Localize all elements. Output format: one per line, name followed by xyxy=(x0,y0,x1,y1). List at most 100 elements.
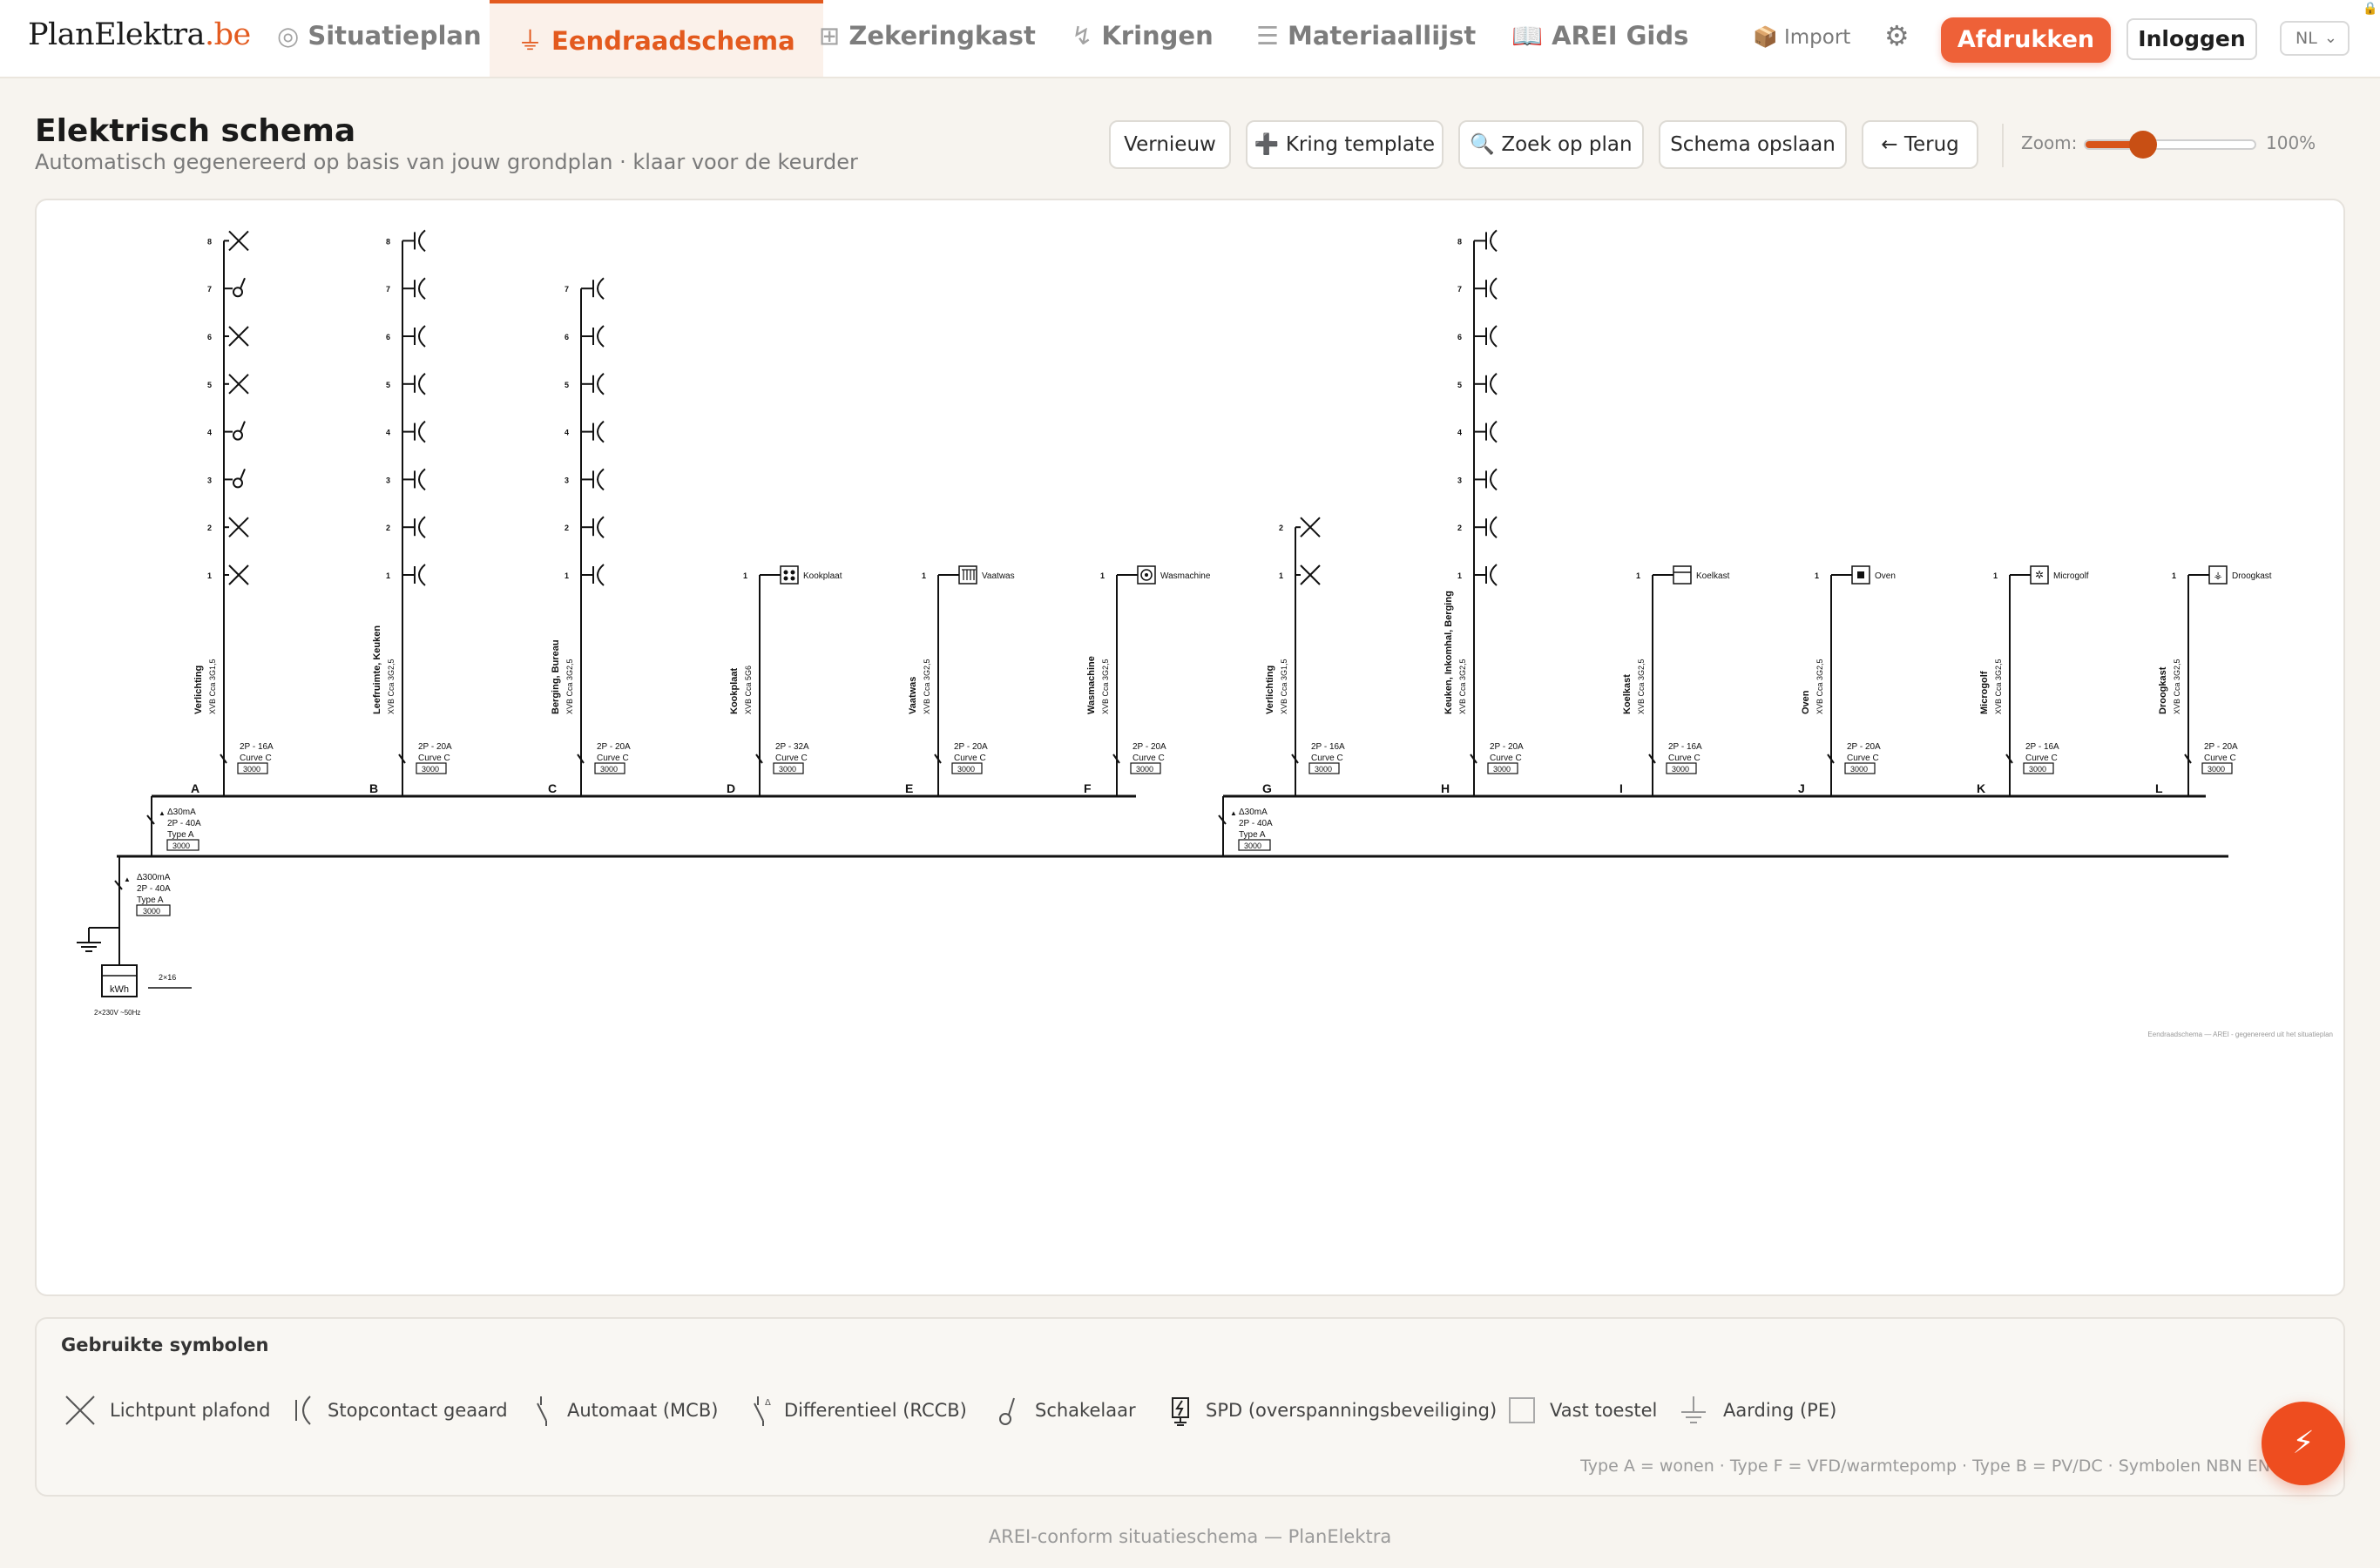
tab-materiaallijst[interactable]: ☰ Materiaallijst xyxy=(1256,0,1476,77)
circuit-cable: XVB Cca 3G2,5 xyxy=(923,659,931,714)
mcb-capacity: 3000 xyxy=(1672,765,1689,774)
mcb-rating: 2P - 32A xyxy=(775,742,809,752)
circuit-name: Berging, Bureau xyxy=(551,639,561,714)
point-number: 3 xyxy=(386,476,390,484)
switch-lever xyxy=(240,469,246,480)
point-number: 6 xyxy=(207,333,212,341)
legend-label: Automaat (MCB) xyxy=(567,1400,719,1421)
circuit-letter: B xyxy=(369,781,378,795)
tab-label: Eendraadschema xyxy=(551,26,795,56)
circuit-j: 2P - 20A Curve C 3000 J Oven XVB Cca 3G2,5 1 Ov… xyxy=(1798,565,1896,796)
mcb-rating: 2P - 16A xyxy=(1668,742,1702,752)
point-number: 2 xyxy=(1457,524,1462,532)
socket-icon xyxy=(1490,229,1498,253)
tab-eendraadschema[interactable]: ⏚ Eendraadschema xyxy=(490,0,823,77)
save-schema-button[interactable]: Schema opslaan xyxy=(1659,120,1847,169)
tab-arei-gids[interactable]: 📖 AREI Gids xyxy=(1511,0,1688,77)
point-number: 1 xyxy=(2172,571,2176,580)
circuit-letter: D xyxy=(727,781,735,795)
mcb-rating: 2P - 20A xyxy=(2204,742,2238,752)
mcb-capacity: 3000 xyxy=(243,765,260,774)
legend-label: Lichtpunt plafond xyxy=(110,1400,271,1421)
rccb-sensitivity: Δ300mA xyxy=(137,873,171,882)
schema-canvas[interactable]: ▲ Δ30mA 2P - 40A Type A 3000 ▲ Δ30mA 2P - 40A Ty… xyxy=(35,199,2345,1296)
circuit-letter: C xyxy=(548,781,557,795)
circuit-l: 2P - 20A Curve C 3000 L Droogkast XVB Cca 3G2… xyxy=(2155,565,2272,796)
socket-icon xyxy=(597,325,605,348)
circuit-letter: A xyxy=(191,781,199,795)
circuit-cable: XVB Cca 3G1,5 xyxy=(208,659,217,714)
zoom-label: Zoom: xyxy=(2021,132,2078,153)
circuit-letter: G xyxy=(1262,781,1272,795)
point-number: 3 xyxy=(565,476,569,484)
top-navbar: PlanElektra.be ◎ Situatieplan ⏚ Eendraadsc… xyxy=(0,0,2380,78)
rccb-arrow: ▲ xyxy=(124,875,131,883)
socket-icon xyxy=(1490,325,1498,348)
hob-plate xyxy=(783,576,788,581)
legend-label: SPD (overspanningsbeveiliging) xyxy=(1206,1400,1498,1421)
import-button[interactable]: 📦 Import xyxy=(1753,25,1850,49)
circuit-name: Wasmachine xyxy=(1086,656,1097,714)
circuit-letter: I xyxy=(1619,781,1623,795)
device-label: Oven xyxy=(1875,571,1896,581)
point-number: 8 xyxy=(1457,237,1462,246)
mcb-capacity: 3000 xyxy=(422,765,439,774)
print-button[interactable]: Afdrukken xyxy=(1941,17,2111,63)
circuit-c: 2P - 20A Curve C 3000 C Berging, Bureau XVB C… xyxy=(548,277,631,796)
device-icon xyxy=(1673,565,1692,585)
hob-plate xyxy=(790,576,795,581)
tab-situatieplan[interactable]: ◎ Situatieplan xyxy=(277,0,482,77)
language-value: NL xyxy=(2295,29,2317,48)
point-number: 5 xyxy=(386,381,390,389)
switch-lever xyxy=(240,421,246,432)
circuit-cable: XVB Cca 3G1,5 xyxy=(1280,659,1288,714)
socket-icon xyxy=(597,468,605,491)
circuit-template-button[interactable]: ➕ Kring template xyxy=(1246,120,1444,169)
back-button[interactable]: ← Terug xyxy=(1862,120,1978,169)
socket-icon xyxy=(295,1396,311,1425)
circuit-name: Verlichting xyxy=(193,666,204,714)
circuit-a: 2P - 16A Curve C 3000 A Verlichting XVB Cca 3… xyxy=(191,230,274,796)
mcb-capacity: 3000 xyxy=(2208,765,2225,774)
point-number: 2 xyxy=(386,524,390,532)
legend-label: Stopcontact geaard xyxy=(328,1400,508,1421)
point-number: 6 xyxy=(386,333,390,341)
rccb-rating: 2P - 40A xyxy=(137,884,171,894)
oven-window xyxy=(1857,571,1864,578)
legend-item-socket: Stopcontact geaard xyxy=(289,1392,508,1429)
login-button[interactable]: Inloggen xyxy=(2126,18,2257,60)
circuit-cable: XVB Cca 3G2,5 xyxy=(1994,659,2003,714)
dryer-glyph: ⚶ xyxy=(2214,571,2221,581)
socket-icon xyxy=(597,564,605,586)
language-select[interactable]: NL ⌄ xyxy=(2280,21,2350,56)
mcb-capacity: 3000 xyxy=(1850,765,1868,774)
settings-gear-icon[interactable]: ⚙ xyxy=(1884,19,1910,52)
zoom-slider-thumb[interactable] xyxy=(2129,131,2157,159)
socket-icon xyxy=(1490,373,1498,395)
point-number: 1 xyxy=(207,571,212,580)
brand-logo[interactable]: PlanElektra.be xyxy=(28,17,251,52)
socket-icon xyxy=(1490,468,1498,491)
legend-item-mcb: Automaat (MCB) xyxy=(529,1392,718,1429)
point-number: 4 xyxy=(386,429,390,437)
tab-kringen[interactable]: ↯ Kringen xyxy=(1072,0,1214,77)
refresh-button[interactable]: Vernieuw xyxy=(1109,120,1231,169)
mcb-capacity: 3000 xyxy=(1493,765,1511,774)
find-on-plan-button[interactable]: 🔍 Zoek op plan xyxy=(1458,120,1644,169)
point-number: 4 xyxy=(207,429,212,437)
tab-zekeringkast[interactable]: ⊞ Zekeringkast xyxy=(819,0,1036,77)
point-number: 7 xyxy=(207,285,212,294)
circuit-letter: H xyxy=(1441,781,1450,795)
circuit-name: Koelkast xyxy=(1622,674,1633,714)
circuit-name: Microgolf xyxy=(1979,671,1990,714)
mcb-curve: Curve C xyxy=(954,754,986,763)
quick-action-fab[interactable]: ⚡ xyxy=(2262,1402,2345,1485)
mcb-capacity: 3000 xyxy=(2029,765,2046,774)
rccb-arrow: ▲ xyxy=(159,809,166,817)
circuit-f: 2P - 20A Curve C 3000 F Wasmachine XVB Cca 3G… xyxy=(1084,565,1211,796)
zoom-slider[interactable] xyxy=(2084,139,2256,150)
mcb-rating: 2P - 20A xyxy=(1133,742,1166,752)
target-icon: ◎ xyxy=(277,21,300,51)
symbol-legend: Gebruikte symbolen Lichtpunt plafond Sto… xyxy=(35,1317,2345,1497)
point-number: 1 xyxy=(565,571,569,580)
